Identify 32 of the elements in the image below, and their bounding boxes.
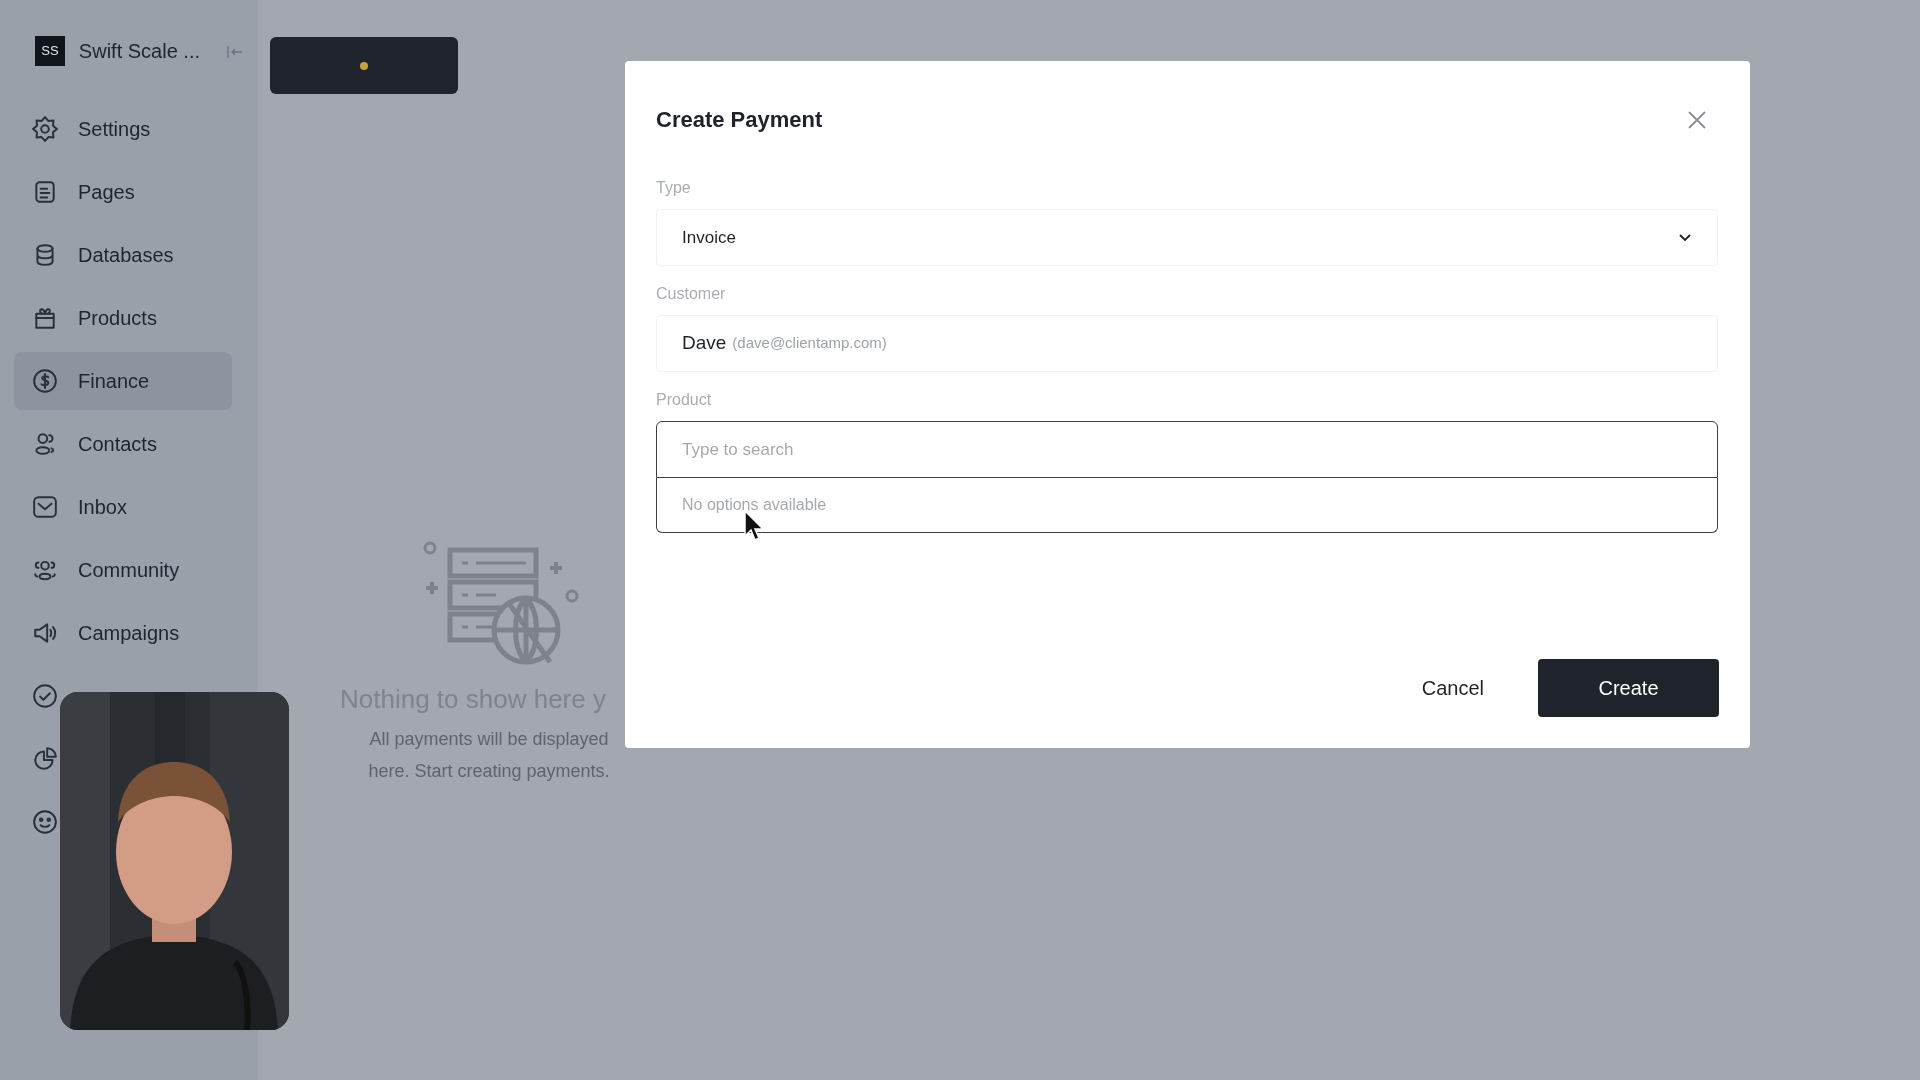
sidebar-item[interactable]: Contacts bbox=[14, 415, 232, 473]
modal-title: Create Payment bbox=[656, 106, 823, 134]
create-button[interactable]: Create bbox=[1538, 659, 1719, 717]
sidebar-item[interactable]: Databases bbox=[14, 226, 232, 284]
page-icon bbox=[32, 179, 58, 205]
field-label: Product bbox=[656, 390, 713, 410]
sidebar-item[interactable]: Pages bbox=[14, 163, 232, 221]
smiley-icon bbox=[32, 809, 58, 835]
sidebar-item[interactable]: Settings bbox=[14, 100, 232, 158]
field-label: Customer bbox=[656, 284, 727, 304]
cancel-button[interactable]: Cancel bbox=[1407, 663, 1498, 713]
action-button[interactable] bbox=[270, 37, 458, 94]
gift-icon bbox=[32, 305, 58, 331]
pie-chart-icon bbox=[32, 746, 58, 772]
dollar-circle-icon bbox=[32, 368, 58, 394]
select-field[interactable]: Invoice bbox=[656, 209, 1718, 266]
sidebar-item[interactable]: Finance bbox=[14, 352, 232, 410]
sidebar-item[interactable]: Campaigns bbox=[14, 604, 232, 662]
sidebar-item[interactable]: Community bbox=[14, 541, 232, 599]
sidebar-item[interactable]: Inbox bbox=[14, 478, 232, 536]
customer-field[interactable]: Dave (dave@clientamp.com) bbox=[656, 315, 1718, 372]
check-circle-icon bbox=[32, 683, 58, 709]
sidebar-item[interactable]: Products bbox=[14, 289, 232, 347]
field-label: Type bbox=[656, 178, 692, 198]
logo-badge: SS bbox=[35, 36, 65, 66]
empty-state-text: All payments will be displayed here. Start creating payments. bbox=[367, 728, 611, 783]
chevron-down-icon bbox=[1678, 233, 1692, 242]
workspace-name: Swift Scale ... bbox=[78, 39, 200, 64]
gear-icon bbox=[32, 116, 58, 142]
search-field[interactable]: Type to search bbox=[656, 421, 1718, 478]
envelope-icon bbox=[32, 494, 58, 520]
megaphone-icon bbox=[32, 620, 58, 646]
